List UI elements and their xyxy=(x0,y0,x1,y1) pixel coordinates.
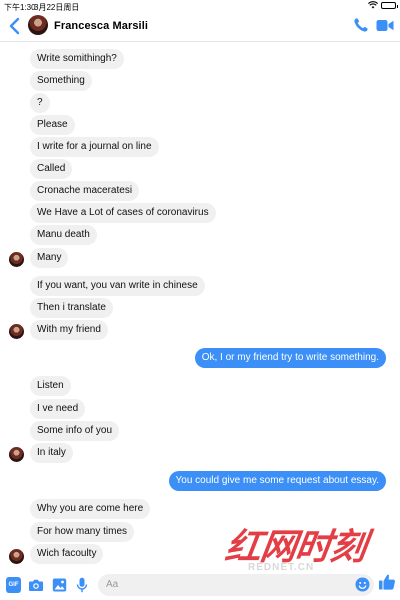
message-incoming[interactable]: Some info of you xyxy=(30,421,120,441)
message-incoming[interactable]: If you want, you van write in chinese xyxy=(30,276,205,296)
phone-icon[interactable] xyxy=(353,17,369,33)
message-incoming[interactable]: Listen xyxy=(30,376,71,396)
message-outgoing[interactable]: Ok, I or my friend try to write somethin… xyxy=(194,348,386,368)
message-incoming[interactable]: With my friend xyxy=(30,320,108,340)
microphone-icon[interactable] xyxy=(76,577,88,593)
message-incoming[interactable]: I ve need xyxy=(30,399,86,419)
conversation-header: Francesca Marsili xyxy=(0,12,400,42)
message-outgoing[interactable]: You could give me some request about ess… xyxy=(168,471,386,491)
camera-icon[interactable] xyxy=(28,577,44,593)
contact-avatar[interactable] xyxy=(28,15,48,35)
message-incoming[interactable]: For how many times xyxy=(30,522,135,542)
gif-button[interactable]: GIF xyxy=(6,577,21,593)
message-input-placeholder: Aa xyxy=(106,579,119,590)
message-incoming[interactable]: Many xyxy=(30,248,69,268)
message-incoming[interactable]: We Have a Lot of cases of coronavirus xyxy=(30,203,216,223)
message-incoming[interactable]: Write somithingh? xyxy=(30,49,124,69)
video-camera-icon[interactable] xyxy=(376,19,394,32)
sender-avatar[interactable] xyxy=(9,252,24,267)
sender-avatar[interactable] xyxy=(9,549,24,564)
message-incoming[interactable]: Wich facoulty xyxy=(30,544,104,564)
message-incoming[interactable]: Why you are come here xyxy=(30,499,151,519)
message-input[interactable]: Aa xyxy=(98,574,374,596)
message-incoming[interactable]: I write for a journal on line xyxy=(30,137,159,157)
message-incoming[interactable]: In italy xyxy=(30,443,73,463)
message-incoming[interactable]: Cronache maceratesi xyxy=(30,181,140,201)
message-incoming[interactable]: Manu death xyxy=(30,225,97,245)
message-incoming[interactable]: Then i translate xyxy=(30,298,113,318)
message-list[interactable]: Write somithingh? Something ? Please I w… xyxy=(0,42,400,567)
sender-avatar[interactable] xyxy=(9,324,24,339)
contact-name[interactable]: Francesca Marsili xyxy=(54,20,148,32)
back-arrow-icon[interactable] xyxy=(6,16,24,36)
message-composer: GIF Aa xyxy=(0,570,400,600)
emoji-icon[interactable] xyxy=(355,577,370,592)
sender-avatar[interactable] xyxy=(9,447,24,462)
message-incoming[interactable]: Called xyxy=(30,159,73,179)
message-incoming[interactable]: ? xyxy=(30,93,50,113)
message-incoming[interactable]: Something xyxy=(30,71,92,91)
status-indicators xyxy=(368,1,398,9)
battery-icon xyxy=(381,1,398,9)
message-incoming[interactable]: Please xyxy=(30,115,75,135)
wifi-icon xyxy=(368,1,378,9)
image-icon[interactable] xyxy=(52,577,67,593)
status-bar: 下午1:30 3月22日周日 xyxy=(0,0,400,12)
thumbs-up-icon[interactable] xyxy=(378,573,396,591)
